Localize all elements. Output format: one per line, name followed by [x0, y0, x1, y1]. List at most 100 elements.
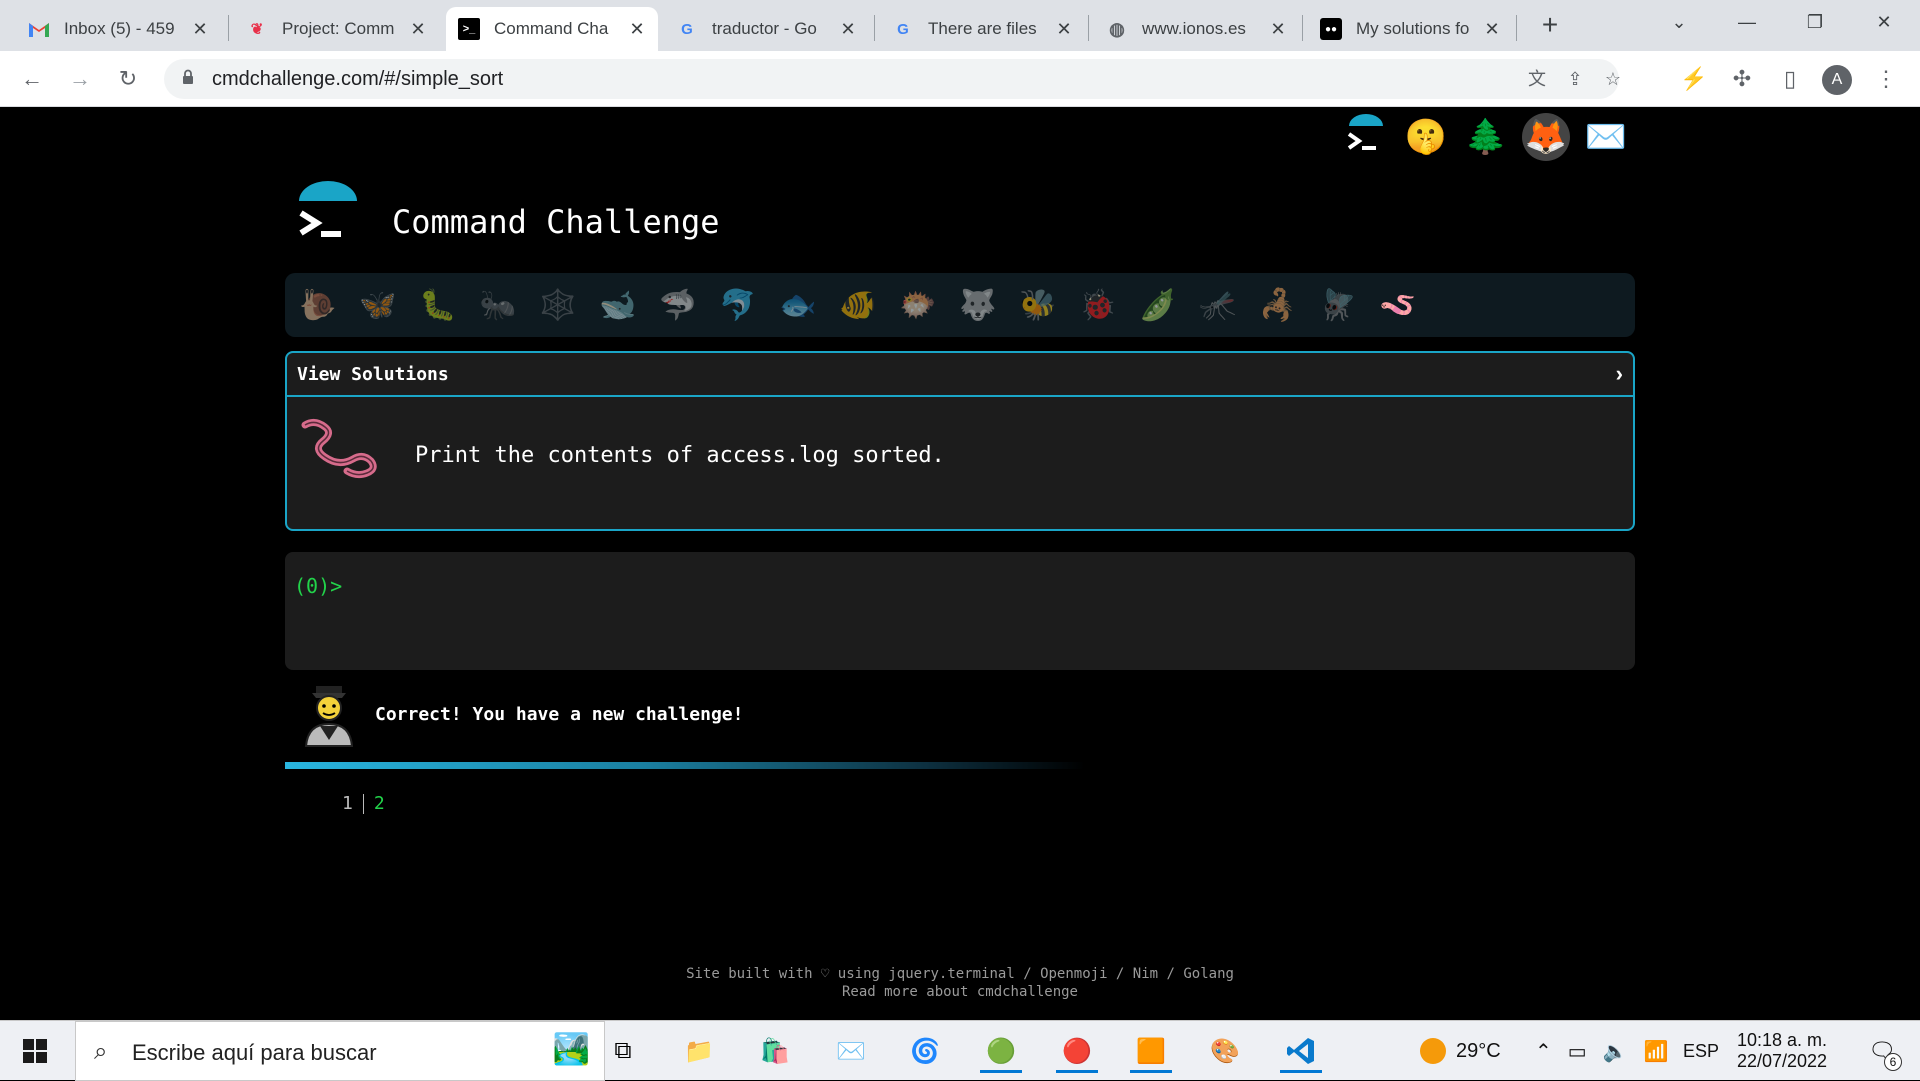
vscode-icon[interactable]: [1274, 1029, 1328, 1073]
shushing-face-icon[interactable]: 🤫: [1402, 113, 1450, 161]
chrome-profile-icon[interactable]: 🟢: [974, 1029, 1028, 1073]
tab-title: traductor - Go: [712, 19, 817, 38]
tab-there-are-files[interactable]: G There are files ✕: [880, 7, 1085, 51]
language-indicator[interactable]: ESP: [1683, 1021, 1719, 1081]
forward-button[interactable]: →: [62, 61, 98, 97]
close-tab-icon[interactable]: ✕: [839, 19, 857, 40]
translate-icon[interactable]: 文: [1522, 65, 1552, 93]
edge-icon[interactable]: 🌀: [898, 1029, 952, 1073]
worm-icon[interactable]: 🪱: [1377, 284, 1419, 326]
wifi-icon[interactable]: 📶: [1644, 1039, 1669, 1064]
sun-icon: [1420, 1038, 1446, 1064]
volume-icon[interactable]: 🔈: [1603, 1039, 1628, 1064]
extensions-puzzle-icon[interactable]: ✣: [1724, 61, 1760, 97]
shark-icon[interactable]: 🦈: [657, 284, 699, 326]
tab-search-chevron-icon[interactable]: ⌄: [1645, 0, 1713, 44]
share-icon[interactable]: ⇪: [1560, 65, 1590, 93]
footer-credits: Site built with ♡ using jquery.terminal …: [686, 966, 1234, 982]
notification-center[interactable]: 🗨 6: [1860, 1021, 1904, 1081]
envelope-icon[interactable]: ✉️: [1582, 113, 1630, 161]
tab-command-challenge[interactable]: >_ Command Cha ✕: [446, 7, 658, 51]
tab-traductor[interactable]: G traductor - Go ✕: [664, 7, 869, 51]
site-title: Command Challenge: [392, 203, 720, 241]
wolf-icon[interactable]: 🐺: [957, 284, 999, 326]
minimize-button[interactable]: —: [1713, 0, 1781, 44]
lock-icon: [183, 69, 193, 84]
view-solutions-toggle[interactable]: View Solutions ›: [287, 353, 1633, 397]
page-2-link[interactable]: 2: [374, 793, 385, 814]
scorpion-icon[interactable]: 🦂: [1257, 284, 1299, 326]
tab-ionos[interactable]: ◍ www.ionos.es ✕: [1094, 7, 1299, 51]
ubuntu-icon[interactable]: 🟧: [1124, 1029, 1178, 1073]
tropical-fish-icon[interactable]: 🐠: [837, 284, 879, 326]
close-tab-icon[interactable]: ✕: [409, 19, 427, 40]
fish-icon[interactable]: 🐟: [777, 284, 819, 326]
tab-strip: Inbox (5) - 459 ✕ ❦ Project: Comm ✕ >_ C…: [0, 0, 1920, 51]
menu-kebab-icon[interactable]: ⋮: [1868, 61, 1904, 97]
reload-button[interactable]: ↻: [110, 61, 146, 97]
terminal-window[interactable]: (0)>: [285, 552, 1635, 670]
mail-icon[interactable]: ✉️: [824, 1029, 878, 1073]
butterfly-icon[interactable]: 🦋: [357, 284, 399, 326]
tab-title: There are files: [928, 19, 1037, 38]
battery-icon[interactable]: ▭: [1568, 1039, 1587, 1064]
close-tab-icon[interactable]: ✕: [1269, 19, 1287, 40]
weather-widget[interactable]: 29°C: [1420, 1021, 1501, 1081]
search-icon: ⌕: [94, 1038, 108, 1065]
cmdchallenge-logo-icon[interactable]: [1342, 113, 1390, 161]
feedback-message: Correct! You have a new challenge!: [300, 684, 1000, 748]
windows-start-icon[interactable]: [8, 1029, 62, 1073]
restore-button[interactable]: ❐: [1781, 0, 1849, 44]
page-1-link[interactable]: 1: [342, 793, 353, 814]
side-panel-icon[interactable]: ▯: [1772, 61, 1808, 97]
extension-icon[interactable]: ⚡: [1676, 61, 1712, 97]
tab-title: Command Cha: [494, 19, 609, 38]
fly-icon[interactable]: 🪰: [1317, 284, 1359, 326]
globe-icon: ◍: [1109, 18, 1125, 39]
tab-my-solutions[interactable]: ●● My solutions fo ✕: [1308, 7, 1513, 51]
google-icon: G: [681, 20, 693, 38]
close-tab-icon[interactable]: ✕: [1055, 19, 1073, 40]
dolphin-icon[interactable]: 🐬: [717, 284, 759, 326]
tab-project[interactable]: ❦ Project: Comm ✕: [234, 7, 439, 51]
ant-icon[interactable]: 🐜: [477, 284, 519, 326]
tab-gmail[interactable]: Inbox (5) - 459 ✕: [16, 7, 221, 51]
view-solutions-label: View Solutions: [297, 363, 449, 385]
paint-icon[interactable]: 🎨: [1198, 1029, 1252, 1073]
spider-web-icon[interactable]: 🕸️: [537, 284, 579, 326]
clock[interactable]: 10:18 a. m. 22/07/2022: [1732, 1021, 1832, 1081]
notification-count: 6: [1884, 1053, 1902, 1071]
microsoft-store-icon[interactable]: 🛍️: [748, 1029, 802, 1073]
task-view-icon[interactable]: ⧉: [596, 1029, 650, 1073]
taskbar-search[interactable]: ⌕ Escribe aquí para buscar 🏞️: [75, 1021, 605, 1081]
address-bar[interactable]: cmdchallenge.com/#/simple_sort 文 ⇪ ☆: [164, 59, 1621, 99]
back-button[interactable]: ←: [14, 61, 50, 97]
footer-read-more-link[interactable]: Read more about cmdchallenge: [0, 983, 1920, 1001]
ladybug-icon[interactable]: 🐞: [1077, 284, 1119, 326]
system-tray: ⌃ ▭ 🔈 📶: [1535, 1021, 1668, 1081]
pea-pod-icon[interactable]: 🫛: [1137, 284, 1179, 326]
file-explorer-icon[interactable]: 📁: [672, 1029, 726, 1073]
profile-avatar[interactable]: A: [1822, 65, 1852, 95]
snail-icon[interactable]: 🐌: [297, 284, 339, 326]
blowfish-icon[interactable]: 🐡: [897, 284, 939, 326]
feedback-text: Correct! You have a new challenge!: [375, 704, 744, 725]
caterpillar-icon[interactable]: 🐛: [417, 284, 459, 326]
pagination: 1 2: [342, 793, 385, 814]
student-avatar-icon: [304, 686, 354, 747]
bookmark-star-icon[interactable]: ☆: [1598, 65, 1628, 93]
close-tab-icon[interactable]: ✕: [1483, 19, 1501, 40]
mosquito-icon[interactable]: 🦟: [1197, 284, 1239, 326]
gitlab-icon[interactable]: 🦊: [1522, 113, 1570, 161]
terminal-icon: >_: [458, 18, 480, 40]
evergreen-tree-icon[interactable]: 🌲: [1462, 113, 1510, 161]
chrome-icon[interactable]: 🔴: [1050, 1029, 1104, 1073]
bee-icon[interactable]: 🐝: [1017, 284, 1059, 326]
close-window-button[interactable]: ✕: [1850, 0, 1918, 44]
close-tab-icon[interactable]: ✕: [628, 19, 646, 40]
browser-toolbar: ← → ↻ cmdchallenge.com/#/simple_sort 文 ⇪…: [0, 51, 1920, 107]
close-tab-icon[interactable]: ✕: [191, 19, 209, 40]
new-tab-button[interactable]: +: [1533, 8, 1567, 42]
show-hidden-icons-icon[interactable]: ⌃: [1535, 1039, 1552, 1064]
whale-icon[interactable]: 🐋: [597, 284, 639, 326]
